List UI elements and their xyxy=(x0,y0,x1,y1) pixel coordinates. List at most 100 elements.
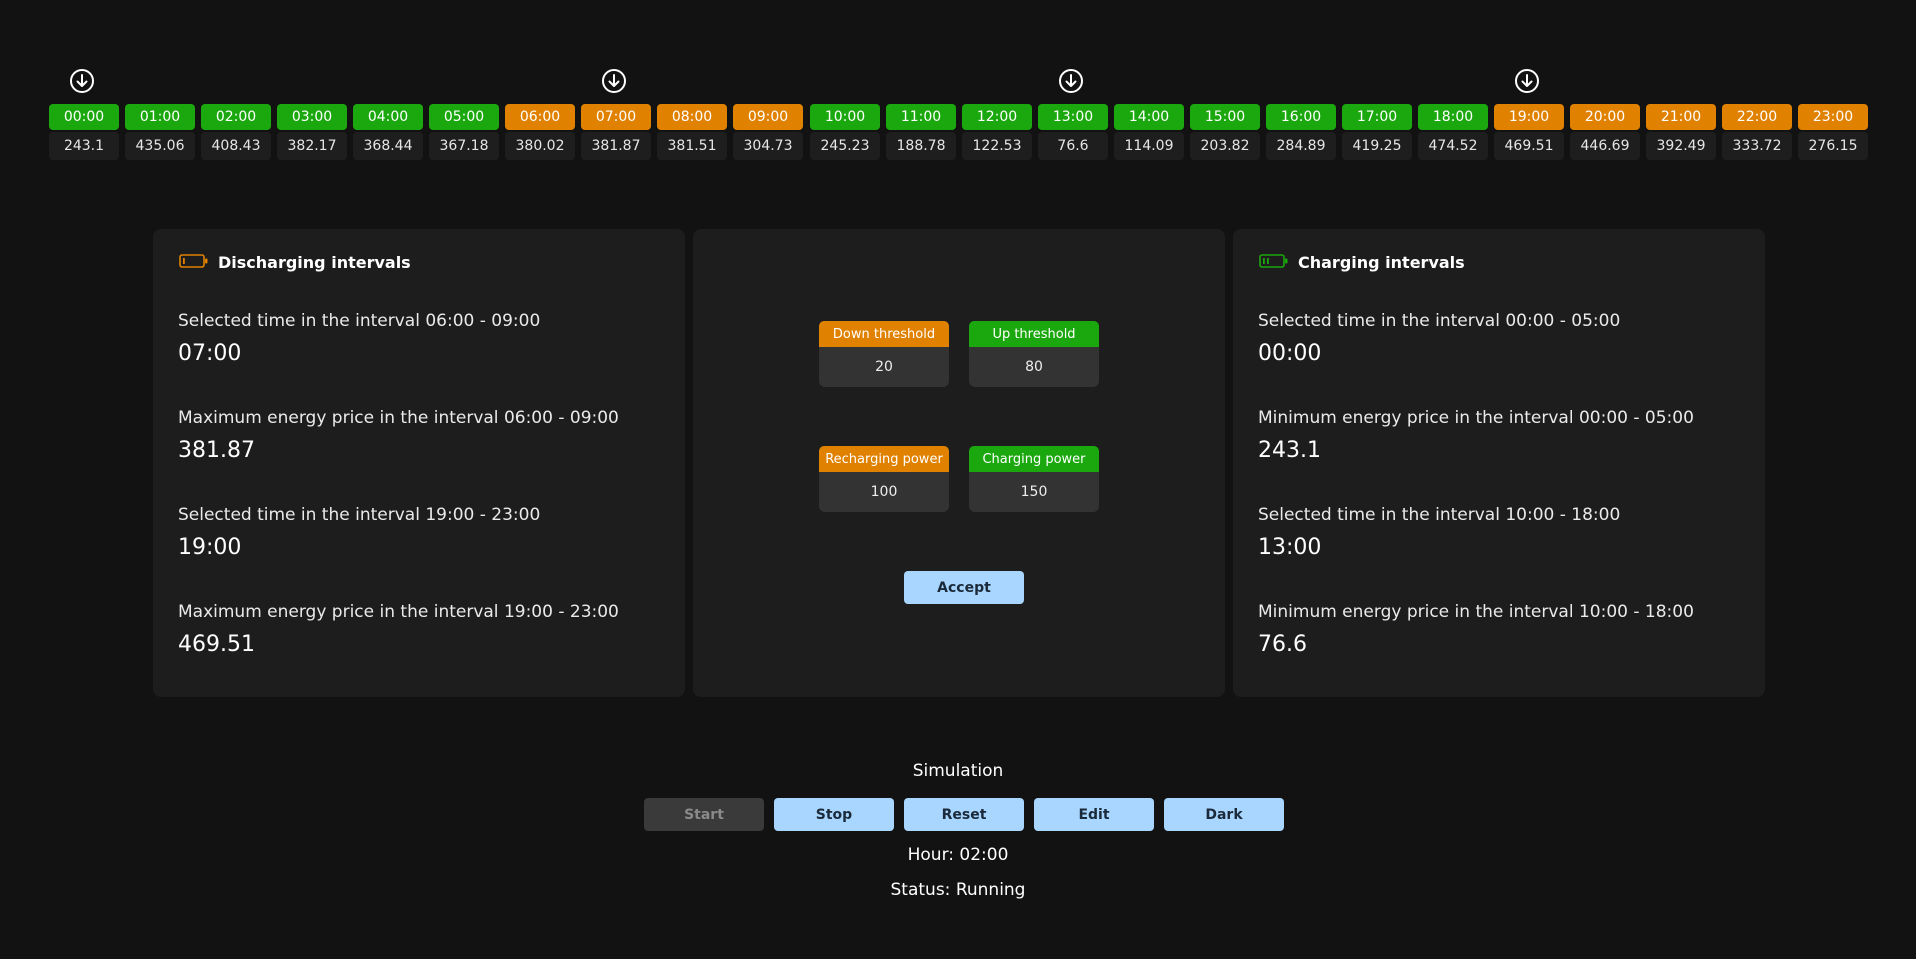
hour-label[interactable]: 13:00 xyxy=(1038,104,1108,130)
hour-label[interactable]: 10:00 xyxy=(810,104,880,130)
charge-selected-time-1: Selected time in the interval 00:00 - 05… xyxy=(1258,311,1620,366)
hour-cell[interactable]: 01:00 435.06 xyxy=(125,68,195,164)
discharging-title: Discharging intervals xyxy=(218,253,411,272)
hour-label[interactable]: 04:00 xyxy=(353,104,423,130)
up-threshold-field[interactable]: Up threshold 80 xyxy=(969,321,1099,387)
battery-charging-icon xyxy=(1259,253,1289,272)
info-value: 243.1 xyxy=(1258,438,1321,463)
hour-price: 276.15 xyxy=(1798,132,1868,160)
battery-low-icon xyxy=(179,253,209,272)
info-value: 07:00 xyxy=(178,341,242,366)
info-label: Selected time in the interval 00:00 - 05… xyxy=(1258,311,1621,331)
stop-button[interactable]: Stop xyxy=(774,798,894,831)
hour-price: 368.44 xyxy=(353,132,423,160)
hour-cell[interactable]: 11:00 188.78 xyxy=(886,68,956,164)
hour-cell[interactable]: 00:00 243.1 xyxy=(49,68,119,164)
down-threshold-input[interactable]: 20 xyxy=(819,347,949,387)
hour-label[interactable]: 00:00 xyxy=(49,104,119,130)
hour-price: 76.6 xyxy=(1038,132,1108,160)
hour-cell[interactable]: 07:00 381.87 xyxy=(581,68,651,164)
hour-cell[interactable]: 04:00 368.44 xyxy=(353,68,423,164)
hour-label[interactable]: 05:00 xyxy=(429,104,499,130)
hour-cell[interactable]: 15:00 203.82 xyxy=(1190,68,1260,164)
discharge-selected-time-2: Selected time in the interval 19:00 - 23… xyxy=(178,505,540,560)
info-value: 76.6 xyxy=(1258,632,1307,657)
hour-cell[interactable]: 12:00 122.53 xyxy=(962,68,1032,164)
hour-cell[interactable]: 08:00 381.51 xyxy=(657,68,727,164)
hour-cell[interactable]: 22:00 333.72 xyxy=(1722,68,1792,164)
hour-label[interactable]: 08:00 xyxy=(657,104,727,130)
hour-cell[interactable]: 14:00 114.09 xyxy=(1114,68,1184,164)
hour-price: 203.82 xyxy=(1190,132,1260,160)
hour-cell[interactable]: 20:00 446.69 xyxy=(1570,68,1640,164)
hour-label[interactable]: 15:00 xyxy=(1190,104,1260,130)
hour-label[interactable]: 01:00 xyxy=(125,104,195,130)
hour-price: 367.18 xyxy=(429,132,499,160)
recharging-power-input[interactable]: 100 xyxy=(819,472,949,512)
down-threshold-field[interactable]: Down threshold 20 xyxy=(819,321,949,387)
up-threshold-input[interactable]: 80 xyxy=(969,347,1099,387)
discharge-selected-time-1: Selected time in the interval 06:00 - 09… xyxy=(178,311,540,366)
charging-power-input[interactable]: 150 xyxy=(969,472,1099,512)
hour-cell[interactable]: 16:00 284.89 xyxy=(1266,68,1336,164)
hour-label[interactable]: 20:00 xyxy=(1570,104,1640,130)
hour-label[interactable]: 21:00 xyxy=(1646,104,1716,130)
hour-label[interactable]: 06:00 xyxy=(505,104,575,130)
hour-price: 446.69 xyxy=(1570,132,1640,160)
hour-price: 419.25 xyxy=(1342,132,1412,160)
hour-cell[interactable]: 09:00 304.73 xyxy=(733,68,803,164)
arrow-down-circle-icon xyxy=(1059,69,1083,93)
hour-label[interactable]: 17:00 xyxy=(1342,104,1412,130)
hour-label[interactable]: 09:00 xyxy=(733,104,803,130)
hour-cell[interactable]: 03:00 382.17 xyxy=(277,68,347,164)
hour-price: 435.06 xyxy=(125,132,195,160)
hour-price: 333.72 xyxy=(1722,132,1792,160)
start-button[interactable]: Start xyxy=(644,798,764,831)
hour-label[interactable]: 02:00 xyxy=(201,104,271,130)
hour-label[interactable]: 11:00 xyxy=(886,104,956,130)
hour-label[interactable]: 22:00 xyxy=(1722,104,1792,130)
settings-panel: Down threshold 20 Up threshold 80 Rechar… xyxy=(693,229,1225,697)
hour-cell[interactable]: 17:00 419.25 xyxy=(1342,68,1412,164)
hour-price: 474.52 xyxy=(1418,132,1488,160)
dark-mode-button[interactable]: Dark xyxy=(1164,798,1284,831)
hour-price: 304.73 xyxy=(733,132,803,160)
hour-price: 114.09 xyxy=(1114,132,1184,160)
accept-button[interactable]: Accept xyxy=(904,571,1024,604)
hour-price: 245.23 xyxy=(810,132,880,160)
reset-button[interactable]: Reset xyxy=(904,798,1024,831)
hour-cell[interactable]: 10:00 245.23 xyxy=(810,68,880,164)
hour-cell[interactable]: 13:00 76.6 xyxy=(1038,68,1108,164)
hour-label[interactable]: 23:00 xyxy=(1798,104,1868,130)
hour-cell[interactable]: 21:00 392.49 xyxy=(1646,68,1716,164)
hour-cell[interactable]: 06:00 380.02 xyxy=(505,68,575,164)
hour-cell[interactable]: 02:00 408.43 xyxy=(201,68,271,164)
hour-cell[interactable]: 05:00 367.18 xyxy=(429,68,499,164)
hour-price: 408.43 xyxy=(201,132,271,160)
down-threshold-label: Down threshold xyxy=(819,321,949,347)
discharge-max-price-1: Maximum energy price in the interval 06:… xyxy=(178,408,619,463)
charging-power-field[interactable]: Charging power 150 xyxy=(969,446,1099,512)
info-label: Minimum energy price in the interval 10:… xyxy=(1258,602,1694,622)
hour-label[interactable]: 19:00 xyxy=(1494,104,1564,130)
hour-label[interactable]: 14:00 xyxy=(1114,104,1184,130)
hour-label[interactable]: 16:00 xyxy=(1266,104,1336,130)
info-label: Maximum energy price in the interval 06:… xyxy=(178,408,619,428)
hour-label[interactable]: 03:00 xyxy=(277,104,347,130)
edit-button[interactable]: Edit xyxy=(1034,798,1154,831)
discharging-intervals-panel: Discharging intervals Selected time in t… xyxy=(153,229,685,697)
charge-min-price-2: Minimum energy price in the interval 10:… xyxy=(1258,602,1694,657)
info-label: Minimum energy price in the interval 00:… xyxy=(1258,408,1694,428)
hour-cell[interactable]: 23:00 276.15 xyxy=(1798,68,1868,164)
hour-label[interactable]: 12:00 xyxy=(962,104,1032,130)
recharging-power-field[interactable]: Recharging power 100 xyxy=(819,446,949,512)
info-label: Selected time in the interval 10:00 - 18… xyxy=(1258,505,1621,525)
hour-label[interactable]: 18:00 xyxy=(1418,104,1488,130)
arrow-down-circle-icon xyxy=(602,69,626,93)
hour-label[interactable]: 07:00 xyxy=(581,104,651,130)
hour-cell[interactable]: 19:00 469.51 xyxy=(1494,68,1564,164)
hour-price: 122.53 xyxy=(962,132,1032,160)
hour-cell[interactable]: 18:00 474.52 xyxy=(1418,68,1488,164)
hour-price: 284.89 xyxy=(1266,132,1336,160)
info-value: 19:00 xyxy=(178,535,242,560)
